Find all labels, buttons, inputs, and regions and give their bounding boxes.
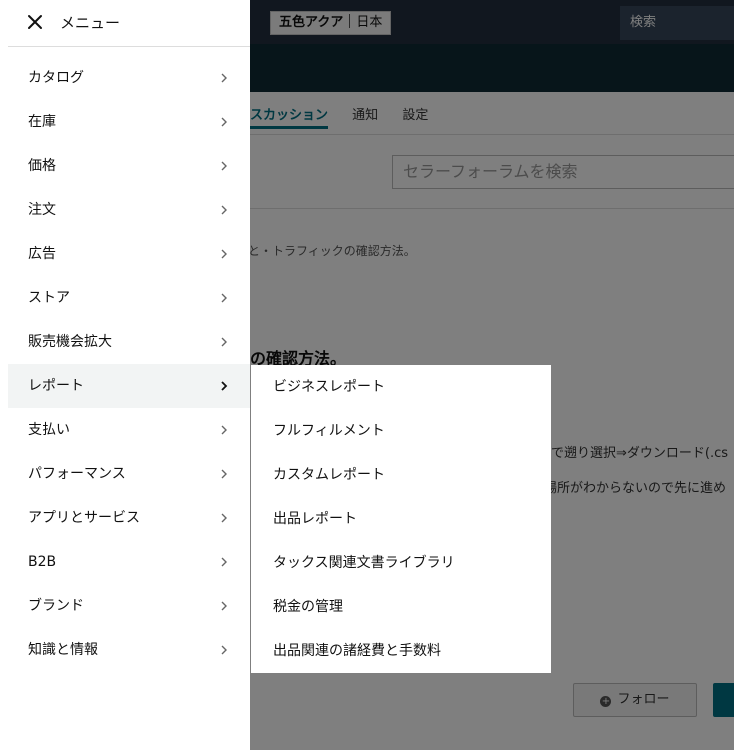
menu-item-label: レポート [28, 378, 84, 394]
menu-header: メニュー [8, 0, 250, 47]
menu-item[interactable]: 販売機会拡大 [8, 320, 250, 364]
menu-item-label: 広告 [28, 246, 56, 262]
chevron-right-icon [221, 337, 227, 347]
chevron-right-icon [221, 205, 227, 215]
chevron-right-icon [221, 381, 228, 391]
menu-item-label: ストア [28, 290, 70, 306]
chevron-right-icon [221, 601, 227, 611]
reports-submenu: ビジネスレポート フルフィルメント カスタムレポート 出品レポート タックス関連文書ライ… [251, 365, 551, 673]
menu-item[interactable]: 注文 [8, 188, 250, 232]
menu-item-label: B2B [28, 554, 57, 570]
menu-item-label: カタログ [28, 70, 84, 86]
menu-item-label: 支払い [28, 422, 70, 438]
chevron-right-icon [221, 513, 227, 523]
submenu-item[interactable]: フルフィルメント [273, 409, 385, 453]
menu-item[interactable]: パフォーマンス [8, 452, 250, 496]
submenu-item[interactable]: 出品関連の諸経費と手数料 [273, 629, 441, 673]
close-icon[interactable] [26, 13, 44, 31]
chevron-right-icon [221, 645, 227, 655]
chevron-right-icon [221, 557, 227, 567]
menu-item-label: 知識と情報 [28, 642, 98, 658]
menu-item-label: パフォーマンス [28, 466, 126, 482]
menu-item-label: 価格 [28, 158, 56, 174]
menu-item[interactable]: 支払い [8, 408, 250, 452]
menu-item-label: アプリとサービス [28, 510, 140, 526]
submenu-item[interactable]: 税金の管理 [273, 585, 343, 629]
chevron-right-icon [221, 117, 227, 127]
side-menu: メニュー カタログ在庫価格注文広告ストア販売機会拡大 レポート支払いパフォーマンス… [0, 0, 250, 750]
chevron-right-icon [221, 249, 227, 259]
menu-item[interactable]: B2B [8, 540, 250, 584]
menu-item[interactable]: ストア [8, 276, 250, 320]
chevron-right-icon [221, 73, 227, 83]
chevron-right-icon [221, 469, 227, 479]
menu-item[interactable]: ブランド [8, 584, 250, 628]
menu-item[interactable]: アプリとサービス [8, 496, 250, 540]
submenu-item[interactable]: タックス関連文書ライブラリ [273, 541, 455, 585]
menu-item-label: 在庫 [28, 114, 56, 130]
menu-item[interactable]: 価格 [8, 144, 250, 188]
menu-title: メニュー [60, 14, 121, 32]
menu-item[interactable]: カタログ [8, 56, 250, 100]
menu-item[interactable]: レポート [8, 364, 250, 408]
menu-item-label: 注文 [28, 202, 56, 218]
menu-item-label: ブランド [28, 598, 84, 614]
menu-item[interactable]: 知識と情報 [8, 628, 250, 672]
chevron-right-icon [221, 425, 227, 435]
menu-item[interactable]: 広告 [8, 232, 250, 276]
menu-item[interactable]: 在庫 [8, 100, 250, 144]
submenu-item[interactable]: ビジネスレポート [273, 365, 385, 409]
submenu-item[interactable]: 出品レポート [273, 497, 357, 541]
menu-item-label: 販売機会拡大 [28, 334, 112, 350]
submenu-item[interactable]: カスタムレポート [273, 453, 385, 497]
chevron-right-icon [221, 161, 227, 171]
chevron-right-icon [221, 293, 227, 303]
